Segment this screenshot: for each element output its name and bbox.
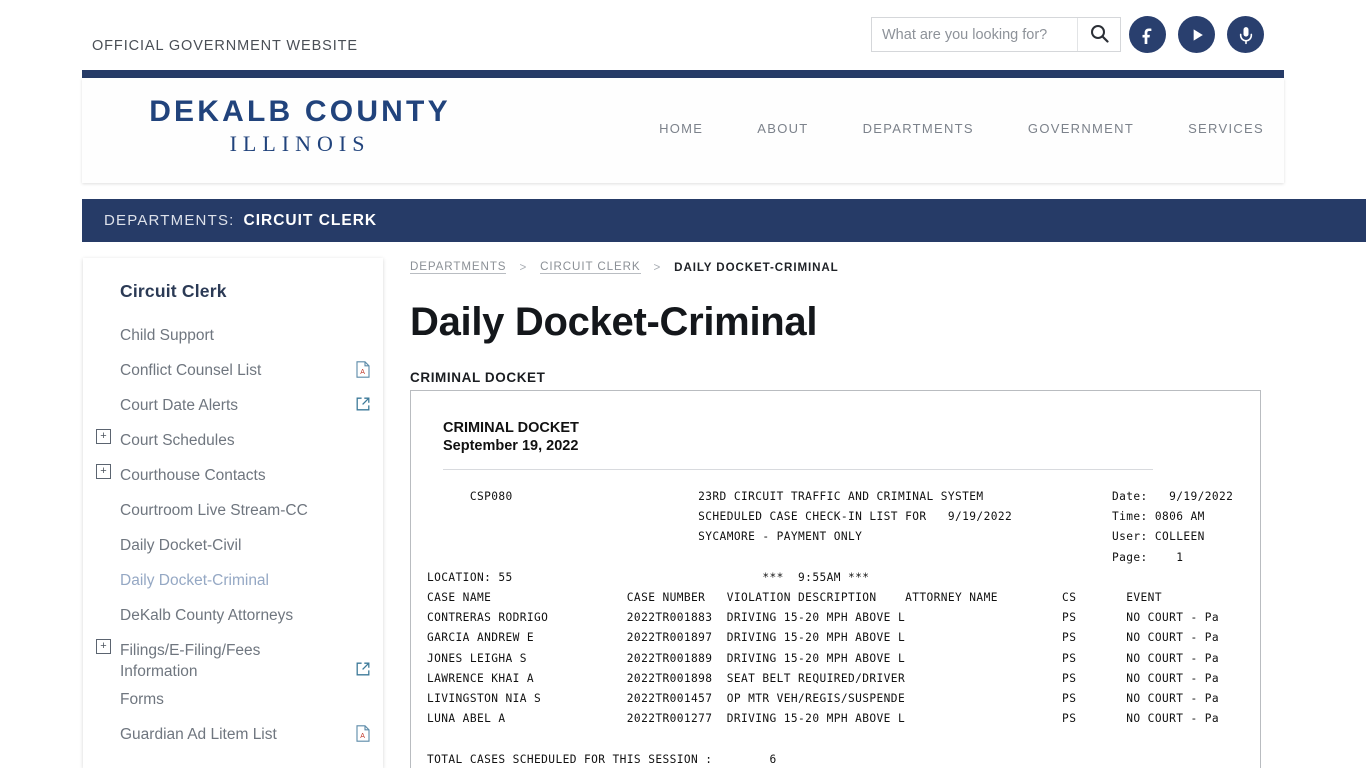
svg-text:A: A bbox=[360, 733, 365, 740]
sidebar-item-label: Forms bbox=[120, 691, 164, 708]
video-link[interactable] bbox=[1178, 16, 1215, 53]
breadcrumb-separator: > bbox=[519, 260, 528, 274]
sidebar-item-dekalb-county-attorneys[interactable]: DeKalb County Attorneys bbox=[83, 598, 383, 633]
expand-icon[interactable]: + bbox=[96, 429, 111, 444]
pdf-icon: A bbox=[356, 361, 370, 383]
facebook-link[interactable] bbox=[1129, 16, 1166, 53]
play-video-icon bbox=[1187, 25, 1207, 45]
docket-report-text: CSP080 23RD CIRCUIT TRAFFIC AND CRIMINAL… bbox=[427, 490, 1234, 766]
sidebar-item-courtroom-live-stream[interactable]: Courtroom Live Stream-CC bbox=[83, 493, 383, 528]
sidebar-item-label: Daily Docket-Criminal bbox=[120, 572, 269, 589]
pdf-icon: A bbox=[356, 725, 370, 747]
search-icon bbox=[1090, 24, 1109, 46]
department-banner-name: CIRCUIT CLERK bbox=[243, 211, 378, 229]
logo-state-name: ILLINOIS bbox=[229, 131, 371, 156]
official-government-label: OFFICIAL GOVERNMENT WEBSITE bbox=[92, 38, 358, 54]
sidebar-item-label: Daily Docket-Civil bbox=[120, 537, 242, 554]
sidebar-item-daily-docket-civil[interactable]: Daily Docket-Civil bbox=[83, 528, 383, 563]
logo-county-name: DEKALB COUNTY bbox=[149, 95, 451, 128]
sidebar-item-label: Child Support bbox=[120, 327, 214, 344]
sidebar-item-guardian-ad-litem-list[interactable]: Guardian Ad Litem List A bbox=[83, 717, 383, 752]
sidebar-item-label: Guardian Ad Litem List bbox=[120, 726, 277, 743]
expand-icon[interactable]: + bbox=[96, 639, 111, 654]
page-root: OFFICIAL GOVERNMENT WEBSITE What are you… bbox=[0, 0, 1366, 768]
external-link-icon bbox=[356, 662, 370, 681]
docket-divider bbox=[443, 469, 1153, 470]
breadcrumb-current: DAILY DOCKET-CRIMINAL bbox=[674, 260, 839, 274]
top-utility-bar: OFFICIAL GOVERNMENT WEBSITE bbox=[0, 0, 1366, 70]
docket-report-body: CSP080 23RD CIRCUIT TRAFFIC AND CRIMINAL… bbox=[411, 487, 1260, 768]
search-input[interactable] bbox=[872, 18, 1077, 51]
sidebar-item-label: Court Date Alerts bbox=[120, 397, 239, 414]
svg-text:A: A bbox=[360, 369, 365, 376]
sidebar-item-label: Courthouse Contacts bbox=[120, 467, 266, 484]
sidebar-item-court-date-alerts[interactable]: Court Date Alerts bbox=[83, 388, 383, 423]
sidebar-item-courthouse-contacts[interactable]: + Courthouse Contacts bbox=[83, 458, 383, 493]
section-heading: CRIMINAL DOCKET bbox=[410, 370, 546, 385]
external-link-icon bbox=[356, 397, 370, 416]
docket-document-frame[interactable]: CRIMINAL DOCKET September 19, 2022 CSP08… bbox=[410, 390, 1261, 768]
sidebar-item-conflict-counsel-list[interactable]: Conflict Counsel List A bbox=[83, 353, 383, 388]
docket-heading: CRIMINAL DOCKET bbox=[443, 420, 579, 436]
department-banner: DEPARTMENTS: CIRCUIT CLERK bbox=[82, 199, 1366, 242]
site-logo[interactable]: DEKALB COUNTY ILLINOIS bbox=[100, 95, 500, 157]
header-accent-band bbox=[82, 70, 1284, 78]
sidebar-item-label: Conflict Counsel List bbox=[120, 362, 262, 379]
sidebar-item-label: Court Schedules bbox=[120, 432, 235, 449]
breadcrumb-separator: > bbox=[653, 260, 662, 274]
site-header: DEKALB COUNTY ILLINOIS HOME ABOUT DEPART… bbox=[82, 78, 1284, 183]
sidebar-item-label: Filings/E-Filing/Fees Information bbox=[120, 642, 261, 680]
nav-item-services[interactable]: SERVICES bbox=[1188, 121, 1264, 136]
nav-item-departments[interactable]: DEPARTMENTS bbox=[863, 121, 974, 136]
site-search bbox=[871, 17, 1121, 52]
breadcrumb: DEPARTMENTS > CIRCUIT CLERK > DAILY DOCK… bbox=[410, 255, 1366, 274]
sidebar-item-child-support[interactable]: Child Support bbox=[83, 318, 383, 353]
docket-date-heading: September 19, 2022 bbox=[443, 438, 579, 454]
sidebar: Circuit Clerk Child Support Conflict Cou… bbox=[83, 258, 383, 768]
breadcrumb-circuit-clerk[interactable]: CIRCUIT CLERK bbox=[540, 260, 641, 274]
sidebar-item-court-schedules[interactable]: + Court Schedules bbox=[83, 423, 383, 458]
department-banner-prefix: DEPARTMENTS: bbox=[104, 212, 235, 229]
sidebar-item-filings-efiling-fees[interactable]: + Filings/E-Filing/Fees Information bbox=[83, 633, 383, 682]
sidebar-menu: Child Support Conflict Counsel List A Co… bbox=[83, 318, 383, 752]
facebook-icon bbox=[1138, 25, 1157, 44]
sidebar-item-label: DeKalb County Attorneys bbox=[120, 607, 294, 624]
sidebar-item-forms[interactable]: Forms bbox=[83, 682, 383, 717]
sidebar-item-daily-docket-criminal[interactable]: Daily Docket-Criminal bbox=[83, 563, 383, 598]
nav-item-government[interactable]: GOVERNMENT bbox=[1028, 121, 1134, 136]
microphone-podcast-icon bbox=[1236, 25, 1256, 45]
main-content: DEPARTMENTS > CIRCUIT CLERK > DAILY DOCK… bbox=[410, 255, 1366, 385]
nav-item-home[interactable]: HOME bbox=[659, 121, 703, 136]
social-links bbox=[1129, 16, 1264, 53]
main-navigation: HOME ABOUT DEPARTMENTS GOVERNMENT SERVIC… bbox=[659, 121, 1264, 136]
podcast-link[interactable] bbox=[1227, 16, 1264, 53]
breadcrumb-departments[interactable]: DEPARTMENTS bbox=[410, 260, 507, 274]
sidebar-title: Circuit Clerk bbox=[120, 281, 227, 301]
nav-item-about[interactable]: ABOUT bbox=[757, 121, 808, 136]
search-submit-button[interactable] bbox=[1077, 18, 1120, 51]
docket-header: CRIMINAL DOCKET September 19, 2022 bbox=[443, 419, 1260, 455]
page-title: Daily Docket-Criminal bbox=[410, 300, 818, 344]
sidebar-item-label: Courtroom Live Stream-CC bbox=[120, 502, 308, 519]
expand-icon[interactable]: + bbox=[96, 464, 111, 479]
